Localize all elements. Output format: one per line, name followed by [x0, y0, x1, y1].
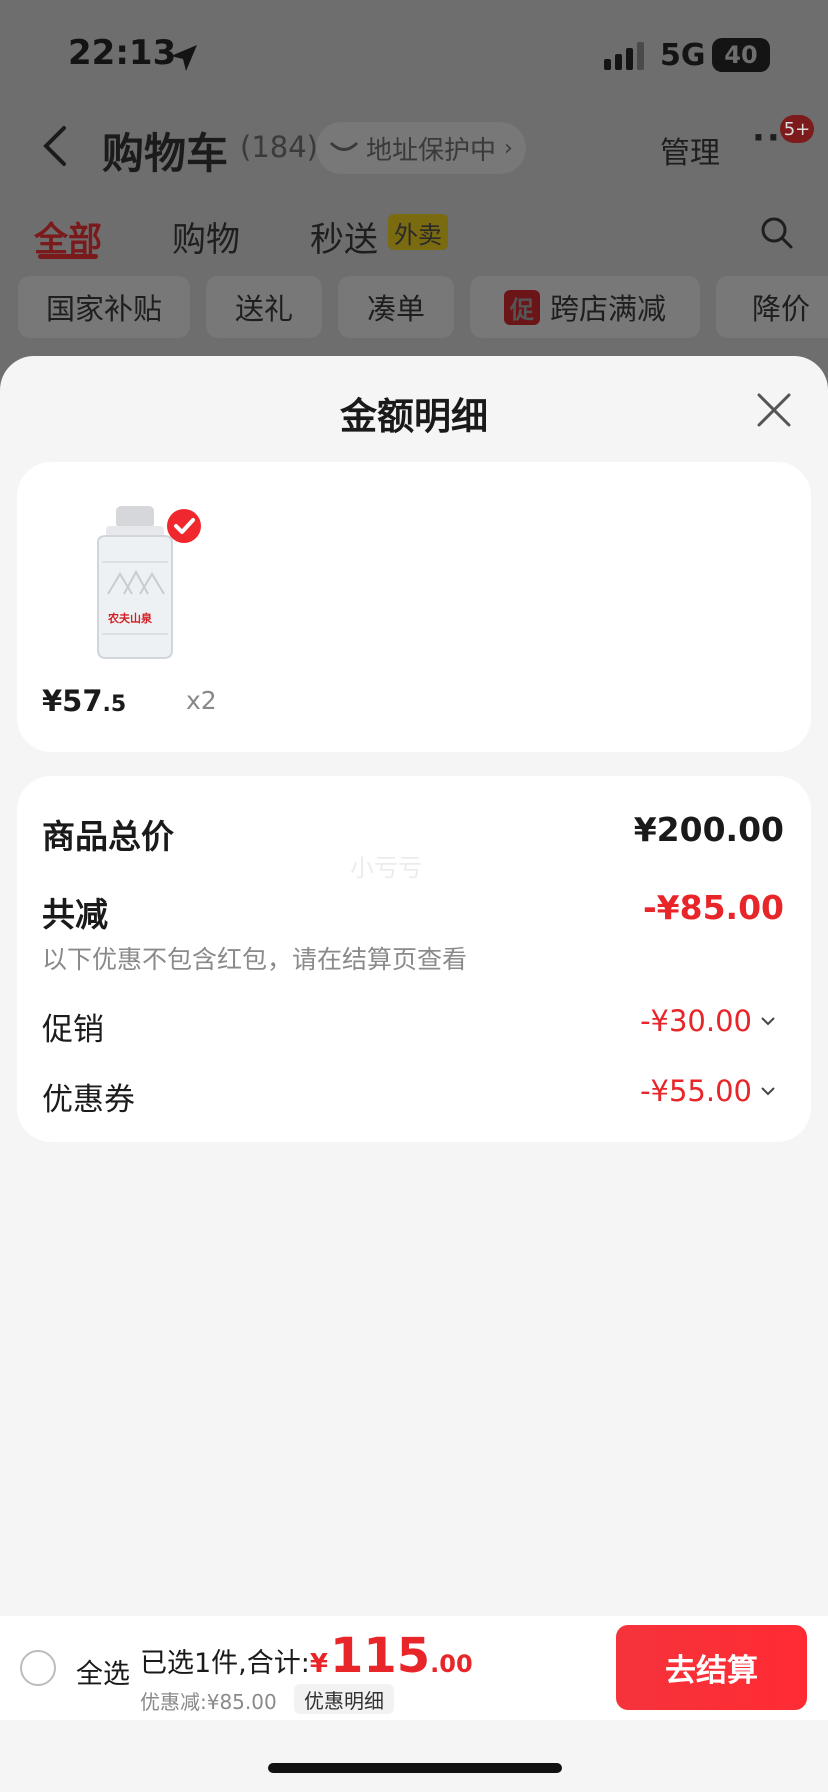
- product-price: ¥57.5: [42, 684, 126, 718]
- chip-gift[interactable]: 送礼: [206, 276, 322, 338]
- discount-summary: 优惠减:¥85.00: [140, 1690, 277, 1714]
- check-circle-icon[interactable]: [166, 508, 202, 544]
- product-quantity: x2: [186, 686, 217, 715]
- coupon-row-toggle[interactable]: -¥55.00: [640, 1074, 776, 1108]
- battery-level: 40: [724, 41, 758, 69]
- active-tab-indicator: [38, 254, 98, 259]
- product-price-dec: .5: [102, 692, 127, 717]
- discount-note: 以下优惠不包含红包，请在结算页查看: [42, 945, 468, 974]
- total-amount-int: 115: [329, 1628, 431, 1684]
- manage-button[interactable]: 管理: [660, 128, 720, 172]
- promotion-value: -¥30.00: [640, 1004, 752, 1038]
- home-indicator: [268, 1763, 562, 1773]
- selected-count-text: 已选1件,合计:: [140, 1648, 310, 1679]
- promotion-row-toggle[interactable]: -¥30.00: [640, 1004, 776, 1038]
- total-discount-value: -¥85.00: [642, 888, 784, 927]
- signal-icon: [604, 42, 644, 70]
- coupon-value: -¥55.00: [640, 1074, 752, 1108]
- coupon-label: 优惠券: [42, 1082, 135, 1118]
- address-protection-label: 地址保护中: [366, 135, 497, 166]
- chip-subsidy[interactable]: 国家补贴: [18, 276, 190, 338]
- product-price-int: ¥57: [42, 684, 103, 718]
- battery-icon: 40: [712, 38, 770, 72]
- tab-express[interactable]: 秒送: [310, 212, 378, 261]
- promo-tag: 促: [503, 289, 540, 325]
- promotion-label: 促销: [42, 1012, 104, 1048]
- chevron-right-icon: ›: [504, 135, 513, 161]
- chip-bundle[interactable]: 凑单: [338, 276, 454, 338]
- goods-total-label: 商品总价: [42, 817, 174, 856]
- chip-price-drop[interactable]: 降价: [716, 276, 828, 338]
- discount-detail-button[interactable]: 优惠明细: [294, 1684, 394, 1714]
- close-icon[interactable]: [756, 392, 792, 428]
- bottle-brand-label: 农夫山泉: [108, 612, 152, 625]
- sheet-title: 金额明细: [340, 395, 488, 438]
- total-discount-label: 共减: [42, 895, 108, 934]
- chevron-left-icon[interactable]: [40, 124, 70, 168]
- page-title: 购物车: [102, 129, 229, 178]
- status-time: 22:13: [68, 33, 177, 73]
- order-total: 已选1件,合计: ¥ 115 .00: [140, 1628, 473, 1684]
- location-arrow-icon: [171, 45, 197, 71]
- network-label: 5G: [660, 38, 706, 73]
- select-all-checkbox[interactable]: [20, 1650, 56, 1686]
- chevron-down-icon: [761, 1087, 775, 1096]
- currency-symbol: ¥: [309, 1649, 328, 1679]
- select-all-label[interactable]: 全选: [76, 1652, 130, 1691]
- shield-icon: [329, 141, 359, 151]
- checkout-button[interactable]: 去结算: [616, 1625, 807, 1710]
- tab-shopping[interactable]: 购物: [172, 212, 240, 261]
- watermark-text: 小亏亏: [350, 854, 422, 882]
- cart-count: (184): [240, 130, 318, 164]
- address-protection-pill[interactable]: 地址保护中 ›: [316, 122, 526, 174]
- goods-total-value: ¥200.00: [633, 810, 784, 849]
- total-amount-dec: .00: [430, 1650, 473, 1678]
- chip-cross-store[interactable]: 促 跨店满减: [470, 276, 700, 338]
- chip-cross-store-label: 跨店满减: [549, 292, 666, 326]
- search-icon[interactable]: [760, 216, 794, 250]
- chevron-down-icon: [761, 1017, 775, 1026]
- notification-badge: 5+: [780, 115, 814, 143]
- takeout-tag: 外卖: [388, 214, 448, 250]
